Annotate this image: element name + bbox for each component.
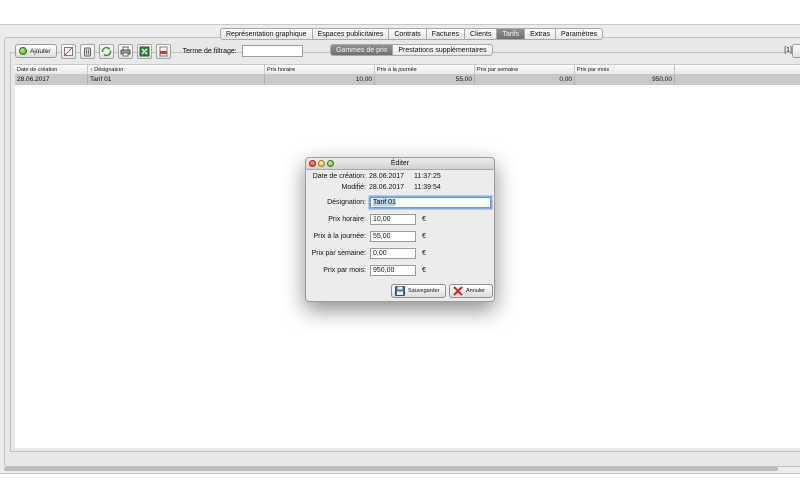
trash-icon — [83, 47, 91, 56]
daily-currency: € — [422, 233, 426, 240]
cancel-x-icon — [453, 286, 463, 296]
weekly-price-label: Prix par semaine: — [311, 250, 366, 257]
tab-parametres[interactable]: Paramètres — [556, 29, 602, 39]
table-header: Date de création ↑ Désignation Prix hora… — [15, 65, 800, 75]
weekly-price-field[interactable]: 0,00 — [370, 248, 416, 259]
daily-price-field[interactable]: 55,00 — [370, 231, 416, 242]
filter-input[interactable] — [241, 45, 303, 57]
sub-tab-bar: Gammes de prix Prestations supplémentair… — [330, 44, 493, 56]
dialog-body: Date de création: 28.06.2017 11:37:25 Mo… — [306, 170, 494, 301]
weekly-currency: € — [422, 250, 426, 257]
cell-prix-horaire: 10,00 — [265, 75, 375, 85]
filter-label: Terme de filtrage: — [182, 47, 237, 55]
tab-tarifs[interactable]: Tarifs — [497, 29, 526, 39]
hourly-price-field[interactable]: 10,00 — [370, 214, 416, 225]
export-pdf-icon — [159, 46, 168, 56]
refresh-icon — [101, 46, 111, 56]
tab-espaces-publicitaires[interactable]: Espaces publicitaires — [313, 29, 390, 39]
add-button[interactable]: Ajouter — [15, 44, 57, 58]
trash-button[interactable] — [79, 43, 95, 59]
tab-contrats[interactable]: Contrats — [389, 29, 427, 39]
save-button-label: Sauvegarder — [408, 288, 440, 294]
minimize-icon[interactable] — [318, 160, 325, 167]
hourly-price-label: Prix horaire: — [328, 216, 366, 223]
table-row[interactable]: 28.06.2017 Tarif 01 10,00 55,00 0,00 950… — [15, 75, 800, 85]
dialog-titlebar: Éditer — [306, 158, 494, 170]
add-icon — [19, 47, 27, 55]
column-header-prix-mois[interactable]: Prix par mois — [575, 65, 675, 74]
refresh-button[interactable] — [98, 43, 114, 59]
export-excel-icon — [139, 46, 150, 56]
zoom-icon[interactable] — [327, 160, 334, 167]
modified-date: 28.06.2017 — [369, 184, 405, 191]
created-time: 11:37:25 — [414, 173, 441, 180]
column-header-prix-horaire[interactable]: Prix horaire — [265, 65, 375, 74]
monthly-price-label: Prix par mois: — [323, 267, 366, 274]
designation-value: Tarif 01 — [373, 199, 396, 206]
main-tab-bar: Représentation graphique Espaces publici… — [220, 28, 604, 40]
page-indicator: [1] — [784, 47, 792, 54]
designation-label: Désignation: — [327, 199, 366, 206]
floppy-disk-icon — [395, 286, 405, 296]
column-header-designation[interactable]: ↑ Désignation — [88, 65, 265, 74]
print-button[interactable] — [117, 43, 133, 59]
monthly-price-field[interactable]: 950,00 — [370, 265, 416, 276]
save-button[interactable]: Sauvegarder — [391, 284, 446, 298]
cell-prix-mois: 950,00 — [575, 75, 675, 85]
cancel-button-label: Annuler — [466, 288, 485, 294]
tab-factures[interactable]: Factures — [427, 29, 466, 39]
export-excel-button[interactable] — [136, 43, 152, 59]
close-icon[interactable] — [309, 160, 316, 167]
edit-dialog: Éditer Date de création: 28.06.2017 11:3… — [305, 157, 495, 302]
tab-prestations-supplementaires[interactable]: Prestations supplémentaires — [393, 45, 491, 55]
cell-prix-journee: 55,00 — [375, 75, 475, 85]
tab-representation-graphique[interactable]: Représentation graphique — [221, 29, 313, 39]
scroll-right-button[interactable] — [792, 44, 800, 58]
export-pdf-button[interactable] — [155, 43, 171, 59]
column-header-prix-journee[interactable]: Prix à la journée — [375, 65, 475, 74]
toolbar: Ajouter Terme de filtrage: — [15, 43, 303, 59]
cancel-button[interactable]: Annuler — [449, 284, 493, 298]
dialog-title: Éditer — [390, 160, 410, 167]
horizontal-scrollbar[interactable] — [4, 467, 778, 471]
tab-gammes-de-prix[interactable]: Gammes de prix — [331, 45, 394, 55]
cell-designation: Tarif 01 — [88, 75, 265, 85]
cell-date-creation: 28.06.2017 — [15, 75, 88, 85]
cell-prix-semaine: 0,00 — [475, 75, 575, 85]
print-icon — [120, 46, 131, 56]
designation-field[interactable]: Tarif 01 — [370, 197, 491, 208]
column-header-date-creation[interactable]: Date de création — [15, 65, 88, 74]
modified-time: 11:39:54 — [414, 184, 441, 191]
delete-icon — [63, 46, 73, 56]
hourly-currency: € — [422, 216, 426, 223]
tab-extras[interactable]: Extras — [525, 29, 557, 39]
window-controls — [309, 160, 334, 167]
modified-label: Modifié: — [341, 184, 366, 191]
created-date: 28.06.2017 — [369, 173, 405, 180]
add-button-label: Ajouter — [30, 47, 51, 55]
monthly-currency: € — [422, 267, 426, 274]
daily-price-label: Prix à la journée: — [313, 233, 366, 240]
delete-button[interactable] — [60, 43, 76, 59]
created-label: Date de création: — [312, 173, 366, 180]
tab-clients[interactable]: Clients — [465, 29, 498, 39]
column-header-prix-semaine[interactable]: Prix par semaine — [475, 65, 575, 74]
